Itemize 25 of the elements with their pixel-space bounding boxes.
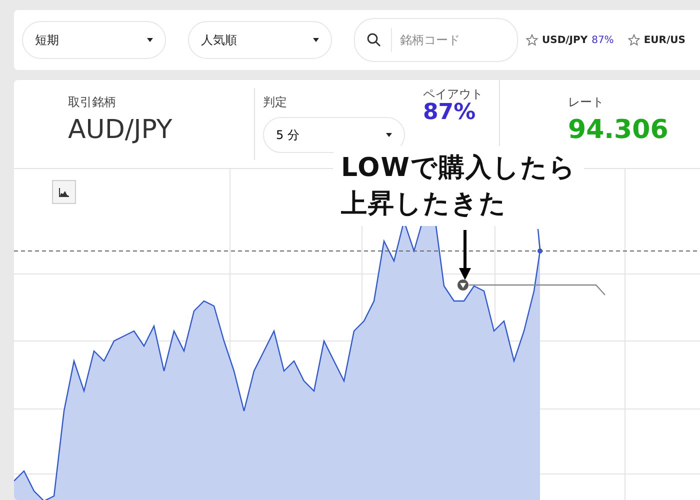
filter-dropdown[interactable]: 人気順 [188, 21, 332, 59]
field-label: ペイアウト [423, 88, 484, 100]
expiry-dropdown[interactable]: 5 分 [263, 117, 405, 153]
search-icon [367, 33, 381, 47]
currency-pair-link[interactable]: USD/JPY [542, 34, 588, 46]
caret-icon [386, 133, 392, 137]
field-label: レート [568, 94, 605, 111]
rate-value: 94.306 [568, 115, 668, 145]
field-label: 判定 [263, 94, 288, 111]
filter-dropdown[interactable]: 短期 [22, 21, 166, 59]
pair-name: AUD/JPY [68, 115, 174, 145]
area-chart-icon [59, 188, 69, 196]
star-icon[interactable] [628, 34, 640, 46]
field-label: 取引銘柄 [68, 94, 117, 111]
entry-marker-icon [458, 280, 468, 290]
chart-type-button[interactable] [52, 180, 76, 204]
down-arrow [459, 230, 471, 280]
search-box[interactable]: 銘柄コード [354, 18, 518, 62]
currency-pair-link[interactable]: EUR/US [644, 34, 686, 46]
caret-icon [147, 38, 153, 42]
annotation-tooltip: LOWで購入したら 上昇したきた [333, 146, 584, 226]
payout-rate: 87% [592, 34, 614, 46]
star-icon[interactable] [526, 34, 538, 46]
caret-icon [313, 38, 319, 42]
payout-value: 87% [423, 100, 477, 125]
